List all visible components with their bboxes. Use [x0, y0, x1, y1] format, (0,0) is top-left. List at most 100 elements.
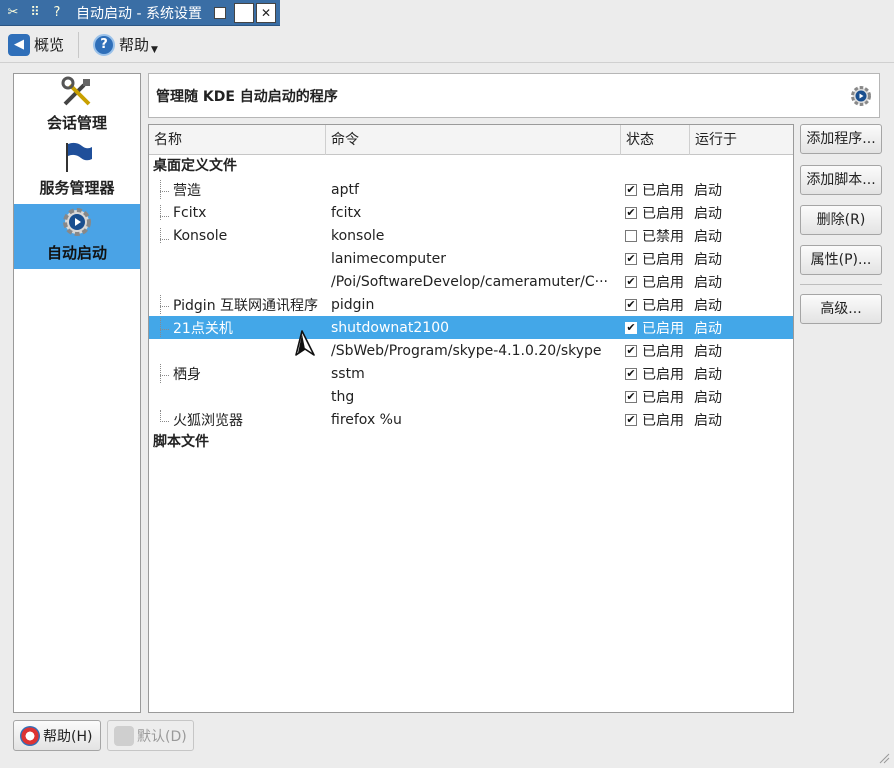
- status-checkbox[interactable]: ✔: [625, 321, 637, 334]
- status-checkbox[interactable]: ✔: [625, 275, 637, 288]
- sidebar-item-label: 会话管理: [46, 114, 107, 132]
- table-row[interactable]: Fcitx fcitx ✔ 已启用 启动: [149, 201, 793, 224]
- window-titlebar[interactable]: ✂ ⠿ ? 自动启动 - 系统设置 ✕: [0, 0, 280, 26]
- table-row[interactable]: Konsole konsole 已禁用 启动: [149, 224, 793, 247]
- row-status: 已启用: [642, 366, 684, 383]
- overview-back-button[interactable]: ◀ 概览: [0, 30, 72, 60]
- table-row[interactable]: 栖身 sstm ✔ 已启用 启动: [149, 362, 793, 385]
- add-script-button[interactable]: 添加脚本...: [800, 165, 882, 195]
- autostart-tree-table[interactable]: 名称 命令 状态 运行于 桌面定义文件 营造 aptf ✔ 已启用 启动 Fcitx fcit…: [148, 124, 794, 713]
- row-command: /Poi/SoftwareDevelop/cameramuter/C···: [331, 273, 608, 290]
- toolbar-separator: [78, 31, 80, 58]
- tree-group-header[interactable]: 桌面定义文件: [149, 155, 793, 178]
- row-run-on: 启动: [694, 251, 722, 268]
- autostart-gear-icon: [851, 86, 871, 106]
- tools-app-icon[interactable]: ✂: [4, 4, 22, 22]
- status-checkbox[interactable]: ✔: [625, 298, 637, 311]
- row-name-cell: 栖身: [149, 363, 326, 384]
- table-row[interactable]: 火狐浏览器 firefox %u ✔ 已启用 启动: [149, 408, 793, 431]
- default-button[interactable]: 默认(D): [107, 720, 194, 751]
- advanced-button[interactable]: 高级...: [800, 294, 882, 324]
- tree-line: [160, 179, 161, 200]
- row-status: 已启用: [642, 412, 684, 429]
- toolbar: ◀ 概览 ? 帮助 ▼: [0, 27, 894, 63]
- row-run-on: 启动: [694, 274, 722, 291]
- column-header-run-on[interactable]: 运行于: [690, 125, 793, 155]
- tree-line: [160, 363, 161, 384]
- row-name-cell: 营造: [149, 179, 326, 200]
- sidebar-item-autostart[interactable]: 自动启动: [14, 204, 140, 269]
- status-checkbox[interactable]: ✔: [625, 367, 637, 380]
- row-command: firefox %u: [331, 411, 402, 428]
- table-row[interactable]: lanimecomputer ✔ 已启用 启动: [149, 247, 793, 270]
- tree-group-header[interactable]: 脚本文件: [149, 431, 793, 454]
- maximize-button[interactable]: [234, 3, 254, 23]
- status-checkbox[interactable]: ✔: [625, 206, 637, 219]
- row-status-cell: ✔ 已启用: [621, 203, 690, 223]
- column-header-name[interactable]: 名称: [149, 125, 326, 155]
- help-button-label: 帮助(H): [43, 728, 93, 745]
- row-run-on: 启动: [694, 412, 722, 429]
- gear-icon: [59, 204, 95, 240]
- row-status-cell: ✔ 已启用: [621, 180, 690, 200]
- table-header: 名称 命令 状态 运行于: [149, 125, 793, 155]
- column-header-status[interactable]: 状态: [621, 125, 690, 155]
- toolbar-help-button[interactable]: ? 帮助 ▼: [85, 30, 166, 60]
- row-command: aptf: [331, 181, 359, 198]
- row-name: Konsole: [173, 227, 228, 244]
- remove-button[interactable]: 删除(R): [800, 205, 882, 235]
- row-command: fcitx: [331, 204, 362, 221]
- tree-branch: [160, 328, 169, 330]
- tree-line: [160, 204, 161, 221]
- row-status-cell: ✔ 已启用: [621, 272, 690, 292]
- tools-icon: [59, 74, 95, 110]
- help-button[interactable]: 帮助(H): [13, 720, 101, 751]
- table-row[interactable]: /Poi/SoftwareDevelop/cameramuter/C··· ✔ 已启…: [149, 270, 793, 293]
- button-separator: [800, 284, 882, 285]
- window-menu-icon[interactable]: ⠿: [26, 4, 44, 22]
- row-run-on: 启动: [694, 182, 722, 199]
- status-checkbox[interactable]: ✔: [625, 252, 637, 265]
- resize-grip-icon[interactable]: [878, 752, 890, 764]
- help-glyph[interactable]: ?: [48, 4, 66, 22]
- row-name: 营造: [173, 182, 201, 199]
- mouse-cursor-icon: [295, 330, 315, 356]
- sidebar-item-service-manager[interactable]: 服务管理器: [14, 139, 140, 204]
- sidebar-item-session-management[interactable]: 会话管理: [14, 74, 140, 139]
- back-arrow-icon: ◀: [8, 33, 30, 56]
- tree-line: [160, 294, 161, 315]
- row-command: /SbWeb/Program/skype-4.1.0.20/skype: [331, 342, 602, 359]
- table-row[interactable]: Pidgin 互联网通讯程序 pidgin ✔ 已启用 启动: [149, 293, 793, 316]
- minimize-button[interactable]: [214, 7, 226, 19]
- row-status: 已启用: [642, 297, 684, 314]
- row-run-on: 启动: [694, 297, 722, 314]
- column-header-command[interactable]: 命令: [326, 125, 621, 155]
- row-status: 已启用: [642, 320, 684, 337]
- row-name: 21点关机: [173, 320, 233, 337]
- status-checkbox[interactable]: ✔: [625, 344, 637, 357]
- row-status-cell: 已禁用: [621, 226, 690, 246]
- row-status: 已启用: [642, 274, 684, 291]
- row-status-cell: ✔ 已启用: [621, 295, 690, 315]
- row-run-on: 启动: [694, 228, 722, 245]
- table-row[interactable]: 营造 aptf ✔ 已启用 启动: [149, 178, 793, 201]
- row-name: 火狐浏览器: [173, 412, 243, 429]
- status-checkbox[interactable]: [625, 229, 637, 242]
- table-row[interactable]: 21点关机 shutdownat2100 ✔ 已启用 启动: [149, 316, 793, 339]
- properties-button[interactable]: 属性(P)...: [800, 245, 882, 275]
- row-status-cell: ✔ 已启用: [621, 318, 690, 338]
- row-command: pidgin: [331, 296, 375, 313]
- status-checkbox[interactable]: ✔: [625, 183, 637, 196]
- table-row[interactable]: /SbWeb/Program/skype-4.1.0.20/skype ✔ 已启用启…: [149, 339, 793, 362]
- close-button[interactable]: ✕: [256, 3, 276, 23]
- window-title: 自动启动 - 系统设置: [76, 5, 202, 22]
- tree-branch: [160, 215, 169, 217]
- default-button-label: 默认(D): [137, 728, 187, 745]
- add-program-button[interactable]: 添加程序...: [800, 124, 882, 154]
- tree-line: [160, 227, 161, 244]
- page-header: 管理随 KDE 自动启动的程序: [148, 73, 880, 118]
- table-row[interactable]: thg ✔ 已启用 启动: [149, 385, 793, 408]
- status-checkbox[interactable]: ✔: [625, 390, 637, 403]
- status-checkbox[interactable]: ✔: [625, 413, 637, 426]
- row-name: Fcitx: [173, 204, 207, 221]
